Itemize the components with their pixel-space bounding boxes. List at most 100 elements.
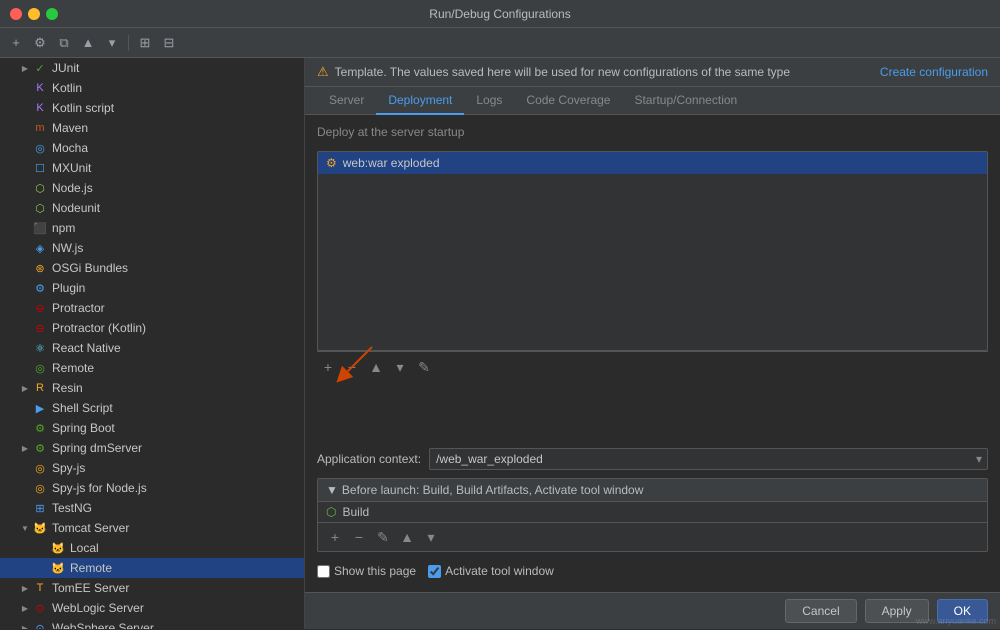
sidebar-label-protractor-kotlin: Protractor (Kotlin) bbox=[52, 321, 146, 335]
add-launch-button[interactable]: + bbox=[324, 526, 346, 548]
create-configuration-link[interactable]: Create configuration bbox=[880, 65, 988, 79]
tree-arrow: ▶ bbox=[18, 441, 32, 455]
sidebar-label-websphere: WebSphere Server bbox=[52, 621, 154, 629]
sidebar-item-nwjs[interactable]: ◈NW.js bbox=[0, 238, 304, 258]
context-select-wrap[interactable]: /web_war_exploded bbox=[429, 448, 988, 470]
deploy-item-text: web:war exploded bbox=[343, 156, 440, 170]
sidebar-item-mxunit[interactable]: ☐MXUnit bbox=[0, 158, 304, 178]
move-down-button[interactable]: ▾ bbox=[102, 33, 122, 53]
add-deploy-button[interactable]: + bbox=[317, 356, 339, 378]
show-page-checkbox[interactable]: Show this page bbox=[317, 564, 416, 578]
sidebar-item-spy-js-node[interactable]: ◎Spy-js for Node.js bbox=[0, 478, 304, 498]
sidebar-item-spring-dmserver[interactable]: ▶⚙Spring dmServer bbox=[0, 438, 304, 458]
tab-bar: Server Deployment Logs Code Coverage Sta… bbox=[305, 87, 1000, 115]
sidebar-label-tomcat-local: Local bbox=[70, 541, 99, 555]
minimize-button[interactable] bbox=[28, 8, 40, 20]
sidebar-item-tomcat-remote[interactable]: 🐱Remote bbox=[0, 558, 304, 578]
settings-button[interactable]: ⚙ bbox=[30, 33, 50, 53]
deploy-item[interactable]: ⚙ web:war exploded bbox=[318, 152, 987, 174]
show-page-input[interactable] bbox=[317, 565, 330, 578]
sidebar-item-react-native[interactable]: ⚛React Native bbox=[0, 338, 304, 358]
sidebar-item-spring-boot[interactable]: ⚙Spring Boot bbox=[0, 418, 304, 438]
sidebar-item-spy-js[interactable]: ◎Spy-js bbox=[0, 458, 304, 478]
sidebar-label-osgi: OSGi Bundles bbox=[52, 261, 128, 275]
sidebar-item-protractor-kotlin[interactable]: ⊖Protractor (Kotlin) bbox=[0, 318, 304, 338]
sidebar-item-junit[interactable]: ▶✓JUnit bbox=[0, 58, 304, 78]
before-launch-title: Before launch: Build, Build Artifacts, A… bbox=[342, 483, 644, 497]
sidebar-item-remote[interactable]: ◎Remote bbox=[0, 358, 304, 378]
sidebar-item-resin[interactable]: ▶RResin bbox=[0, 378, 304, 398]
maximize-button[interactable] bbox=[46, 8, 58, 20]
tree-arrow bbox=[18, 281, 32, 295]
close-button[interactable] bbox=[10, 8, 22, 20]
sidebar-item-nodejs[interactable]: ⬡Node.js bbox=[0, 178, 304, 198]
move-launch-up-button[interactable]: ▲ bbox=[396, 526, 418, 548]
config-tree[interactable]: ▶✓JUnitKKotlinKKotlin scriptmMaven◎Mocha… bbox=[0, 58, 305, 629]
activate-window-checkbox[interactable]: Activate tool window bbox=[428, 564, 554, 578]
spy-js-node-icon: ◎ bbox=[32, 480, 48, 496]
sidebar-item-websphere[interactable]: ▶⊙WebSphere Server bbox=[0, 618, 304, 629]
mocha-icon: ◎ bbox=[32, 140, 48, 156]
tab-server[interactable]: Server bbox=[317, 87, 376, 115]
remove-launch-button[interactable]: − bbox=[348, 526, 370, 548]
context-select[interactable]: /web_war_exploded bbox=[429, 448, 988, 470]
cancel-button[interactable]: Cancel bbox=[785, 599, 856, 623]
mxunit-icon: ☐ bbox=[32, 160, 48, 176]
window-title: Run/Debug Configurations bbox=[429, 7, 570, 21]
sidebar-item-weblogic[interactable]: ▶⊙WebLogic Server bbox=[0, 598, 304, 618]
sidebar-item-tomcat-local[interactable]: 🐱Local bbox=[0, 538, 304, 558]
before-launch-section: ▼ Before launch: Build, Build Artifacts,… bbox=[317, 478, 988, 552]
dialog-buttons: Cancel Apply OK bbox=[305, 592, 1000, 629]
sidebar-label-spring-dmserver: Spring dmServer bbox=[52, 441, 142, 455]
sidebar-item-kotlin-script[interactable]: KKotlin script bbox=[0, 98, 304, 118]
tree-arrow bbox=[18, 161, 32, 175]
sidebar-item-npm[interactable]: ⬛npm bbox=[0, 218, 304, 238]
tree-arrow: ▶ bbox=[18, 61, 32, 75]
add-config-button[interactable]: + bbox=[6, 33, 26, 53]
sidebar-label-tomcat-server: Tomcat Server bbox=[52, 521, 129, 535]
build-icon: ⬡ bbox=[326, 505, 336, 519]
sidebar-item-testng[interactable]: ⊞TestNG bbox=[0, 498, 304, 518]
tree-arrow bbox=[36, 541, 50, 555]
tab-code-coverage[interactable]: Code Coverage bbox=[514, 87, 622, 115]
sidebar-label-testng: TestNG bbox=[52, 501, 92, 515]
edit-launch-button[interactable]: ✎ bbox=[372, 526, 394, 548]
sidebar-item-plugin[interactable]: ⚙Plugin bbox=[0, 278, 304, 298]
edit-deploy-button[interactable]: ✎ bbox=[413, 356, 435, 378]
sidebar-item-protractor[interactable]: ⊖Protractor bbox=[0, 298, 304, 318]
sidebar-item-tomcat-server[interactable]: ▼🐱Tomcat Server bbox=[0, 518, 304, 538]
move-deploy-down-button[interactable]: ▾ bbox=[389, 356, 411, 378]
copy-button[interactable]: ⧉ bbox=[54, 33, 74, 53]
sidebar-label-npm: npm bbox=[52, 221, 75, 235]
before-launch-header[interactable]: ▼ Before launch: Build, Build Artifacts,… bbox=[318, 479, 987, 502]
deploy-list[interactable]: ⚙ web:war exploded bbox=[317, 151, 988, 351]
context-label: Application context: bbox=[317, 452, 421, 466]
sidebar-label-shell-script: Shell Script bbox=[52, 401, 113, 415]
tab-startup-connection[interactable]: Startup/Connection bbox=[622, 87, 749, 115]
warning-message: ⚠ Template. The values saved here will b… bbox=[317, 64, 790, 80]
tree-arrow: ▶ bbox=[18, 581, 32, 595]
sidebar-item-osgi[interactable]: ⊛ OSGi Bundles bbox=[0, 258, 304, 278]
move-deploy-up-button[interactable]: ▲ bbox=[365, 356, 387, 378]
tree-arrow bbox=[36, 561, 50, 575]
tree-arrow bbox=[18, 221, 32, 235]
move-launch-down-button[interactable]: ▾ bbox=[420, 526, 442, 548]
group-button[interactable]: ⊟ bbox=[159, 33, 179, 53]
move-up-button[interactable]: ▲ bbox=[78, 33, 98, 53]
sidebar-item-tomee-server[interactable]: ▶TTomEE Server bbox=[0, 578, 304, 598]
nodejs-icon: ⬡ bbox=[32, 180, 48, 196]
remove-deploy-button[interactable]: − bbox=[341, 356, 363, 378]
sidebar-item-maven[interactable]: mMaven bbox=[0, 118, 304, 138]
before-launch-item[interactable]: ⬡ Build bbox=[318, 502, 987, 522]
tab-deployment[interactable]: Deployment bbox=[376, 87, 464, 115]
sort-button[interactable]: ⊞ bbox=[135, 33, 155, 53]
sidebar-item-shell-script[interactable]: ▶Shell Script bbox=[0, 398, 304, 418]
tomee-server-icon: T bbox=[32, 580, 48, 596]
tree-arrow bbox=[18, 461, 32, 475]
osgi-icon: ⊛ bbox=[32, 260, 48, 276]
activate-window-input[interactable] bbox=[428, 565, 441, 578]
sidebar-item-kotlin[interactable]: KKotlin bbox=[0, 78, 304, 98]
tab-logs[interactable]: Logs bbox=[464, 87, 514, 115]
sidebar-item-mocha[interactable]: ◎Mocha bbox=[0, 138, 304, 158]
sidebar-item-nodeunit[interactable]: ⬡Nodeunit bbox=[0, 198, 304, 218]
